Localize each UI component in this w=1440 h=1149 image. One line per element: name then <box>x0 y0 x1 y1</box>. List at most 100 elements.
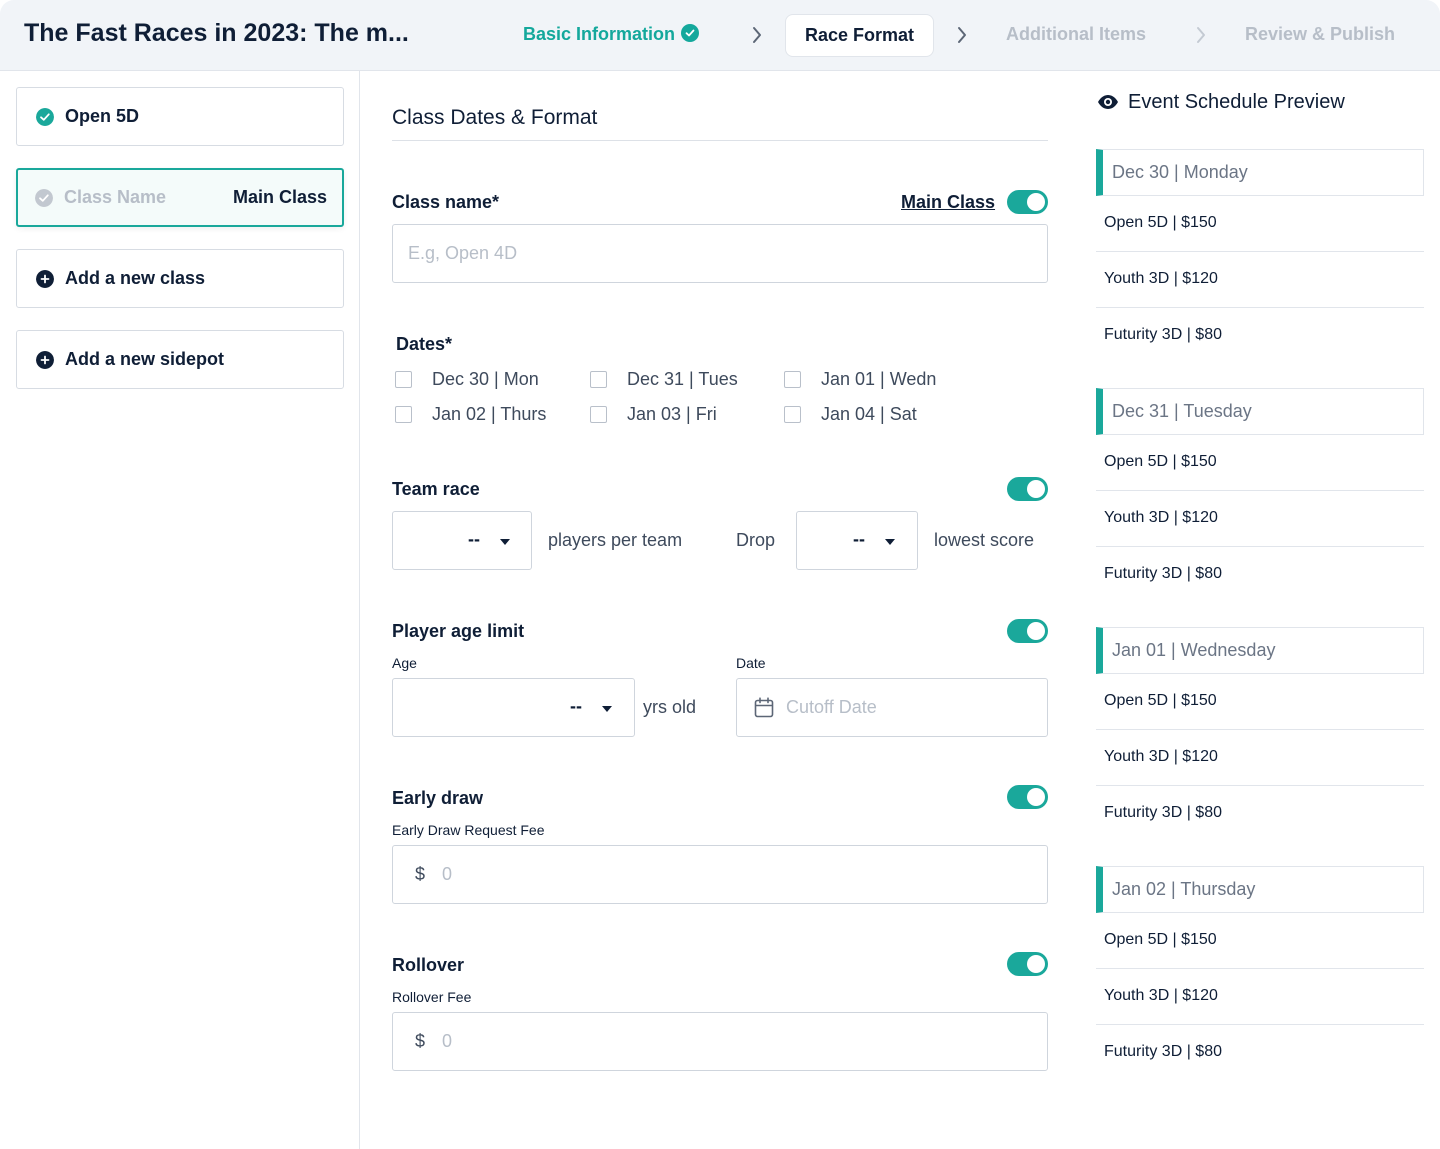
chevron-right-icon <box>958 27 966 43</box>
drop-text: Drop <box>736 530 776 550</box>
section-divider <box>392 140 1048 141</box>
day-label: Dec 30 | Monday <box>1112 162 1248 182</box>
schedule-item: Youth 3D | $120 <box>1096 969 1424 1025</box>
class-name-placeholder: E.g, Open 4D <box>408 243 518 263</box>
schedule-item: Open 5D | $150 <box>1096 196 1424 252</box>
early-draw-fee-input[interactable]: $ 0 <box>392 845 1048 904</box>
step-race-format[interactable]: Race Format <box>785 14 934 57</box>
currency-symbol: $ <box>415 864 426 884</box>
step-additional-items[interactable]: Additional Items <box>1006 24 1146 45</box>
top-header: The Fast Races in 2023: The m... Basic I… <box>0 0 1440 71</box>
caret-down-icon <box>602 706 612 712</box>
schedule-item-label: Futurity 3D | $80 <box>1104 804 1222 821</box>
eye-icon <box>1098 95 1118 109</box>
date-label: Jan 04 | Sat <box>821 404 917 424</box>
schedule-item-label: Futurity 3D | $80 <box>1104 1043 1222 1060</box>
date-label: Jan 03 | Fri <box>627 404 717 424</box>
caret-down-icon <box>885 539 895 545</box>
rollover-fee-input[interactable]: $ 0 <box>392 1012 1048 1071</box>
date-checkbox[interactable] <box>784 371 801 388</box>
schedule-item: Youth 3D | $120 <box>1096 491 1424 547</box>
schedule-item-label: Futurity 3D | $80 <box>1104 326 1222 343</box>
currency-symbol: $ <box>415 1031 426 1051</box>
date-checkbox[interactable] <box>395 371 412 388</box>
schedule-item-label: Youth 3D | $120 <box>1104 987 1218 1004</box>
step-review-publish[interactable]: Review & Publish <box>1245 24 1395 45</box>
team-race-toggle[interactable] <box>1007 477 1048 501</box>
rollover-fee-label: Rollover Fee <box>392 989 472 1005</box>
plus-circle-icon <box>36 351 54 369</box>
check-circle-icon <box>35 189 53 207</box>
schedule-item: Futurity 3D | $80 <box>1096 786 1424 842</box>
event-title: The Fast Races in 2023: The m... <box>24 19 409 47</box>
chevron-right-icon <box>753 27 761 43</box>
caret-down-icon <box>500 539 510 545</box>
class-card-selected[interactable]: Class Name Main Class <box>16 168 344 227</box>
chevron-right-icon <box>1197 27 1205 43</box>
date-checkbox[interactable] <box>590 371 607 388</box>
age-select[interactable]: -- <box>392 678 635 737</box>
calendar-icon <box>754 697 774 718</box>
select-value: -- <box>468 529 480 549</box>
date-checkbox[interactable] <box>590 406 607 423</box>
day-header: Jan 01 | Wednesday <box>1096 627 1424 674</box>
day-header: Dec 31 | Tuesday <box>1096 388 1424 435</box>
players-per-team-text: players per team <box>548 530 683 550</box>
preview-title: Event Schedule Preview <box>1128 91 1345 113</box>
add-sidepot-label: Add a new sidepot <box>65 349 225 369</box>
cutoff-date-placeholder: Cutoff Date <box>786 697 877 717</box>
yrs-old-text: yrs old <box>643 697 697 717</box>
schedule-item-label: Futurity 3D | $80 <box>1104 565 1222 582</box>
schedule-item: Futurity 3D | $80 <box>1096 1025 1424 1081</box>
schedule-item-label: Youth 3D | $120 <box>1104 748 1218 765</box>
early-draw-fee-label: Early Draw Request Fee <box>392 822 545 838</box>
schedule-item: Futurity 3D | $80 <box>1096 308 1424 364</box>
schedule-item: Open 5D | $150 <box>1096 435 1424 491</box>
fee-placeholder: 0 <box>442 1031 453 1051</box>
date-label: Jan 02 | Thurs <box>432 404 547 424</box>
plus-circle-icon <box>36 270 54 288</box>
add-class-button[interactable]: Add a new class <box>16 249 344 308</box>
day-label: Dec 31 | Tuesday <box>1112 401 1252 421</box>
schedule-item: Futurity 3D | $80 <box>1096 547 1424 603</box>
schedule-item-label: Open 5D | $150 <box>1104 453 1217 470</box>
add-sidepot-button[interactable]: Add a new sidepot <box>16 330 344 389</box>
class-name-input[interactable]: E.g, Open 4D <box>392 224 1048 283</box>
rollover-toggle[interactable] <box>1007 952 1048 976</box>
class-sidebar: Open 5D Class Name Main Class Add a new … <box>0 71 360 1149</box>
class-card-label: Class Name <box>64 187 167 207</box>
main-class-toggle[interactable] <box>1007 190 1048 214</box>
check-circle-icon <box>36 108 54 126</box>
select-value: -- <box>570 696 582 716</box>
class-name-label: Class name* <box>392 192 500 212</box>
day-label: Jan 01 | Wednesday <box>1112 640 1276 660</box>
main-class-link[interactable]: Main Class <box>901 192 995 213</box>
players-per-team-select[interactable]: -- <box>392 511 532 570</box>
date-checkbox[interactable] <box>784 406 801 423</box>
schedule-item: Youth 3D | $120 <box>1096 252 1424 308</box>
cutoff-date-input[interactable]: Cutoff Date <box>736 678 1048 737</box>
step-basic-information[interactable]: Basic Information <box>523 24 700 45</box>
age-limit-toggle[interactable] <box>1007 619 1048 643</box>
schedule-item-label: Open 5D | $150 <box>1104 692 1217 709</box>
check-circle-icon <box>681 24 700 42</box>
fee-placeholder: 0 <box>442 864 453 884</box>
schedule-item: Open 5D | $150 <box>1096 674 1424 730</box>
date-label: Jan 01 | Wedn <box>821 369 937 389</box>
dates-label: Dates* <box>396 334 453 354</box>
select-value: -- <box>853 529 865 549</box>
early-draw-toggle[interactable] <box>1007 785 1048 809</box>
lowest-score-text: lowest score <box>934 530 1035 550</box>
drop-count-select[interactable]: -- <box>796 511 918 570</box>
day-header: Dec 30 | Monday <box>1096 149 1424 196</box>
date-checkbox[interactable] <box>395 406 412 423</box>
date-field-label: Date <box>736 655 766 671</box>
step-label: Basic Information <box>523 24 676 44</box>
app-frame: The Fast Races in 2023: The m... Basic I… <box>0 0 1440 1149</box>
schedule-item-label: Youth 3D | $120 <box>1104 270 1218 287</box>
class-card-open-5d[interactable]: Open 5D <box>16 87 344 146</box>
rollover-label: Rollover <box>392 955 465 975</box>
schedule-item-label: Youth 3D | $120 <box>1104 509 1218 526</box>
date-label: Dec 30 | Mon <box>432 369 539 389</box>
schedule-item: Open 5D | $150 <box>1096 913 1424 969</box>
